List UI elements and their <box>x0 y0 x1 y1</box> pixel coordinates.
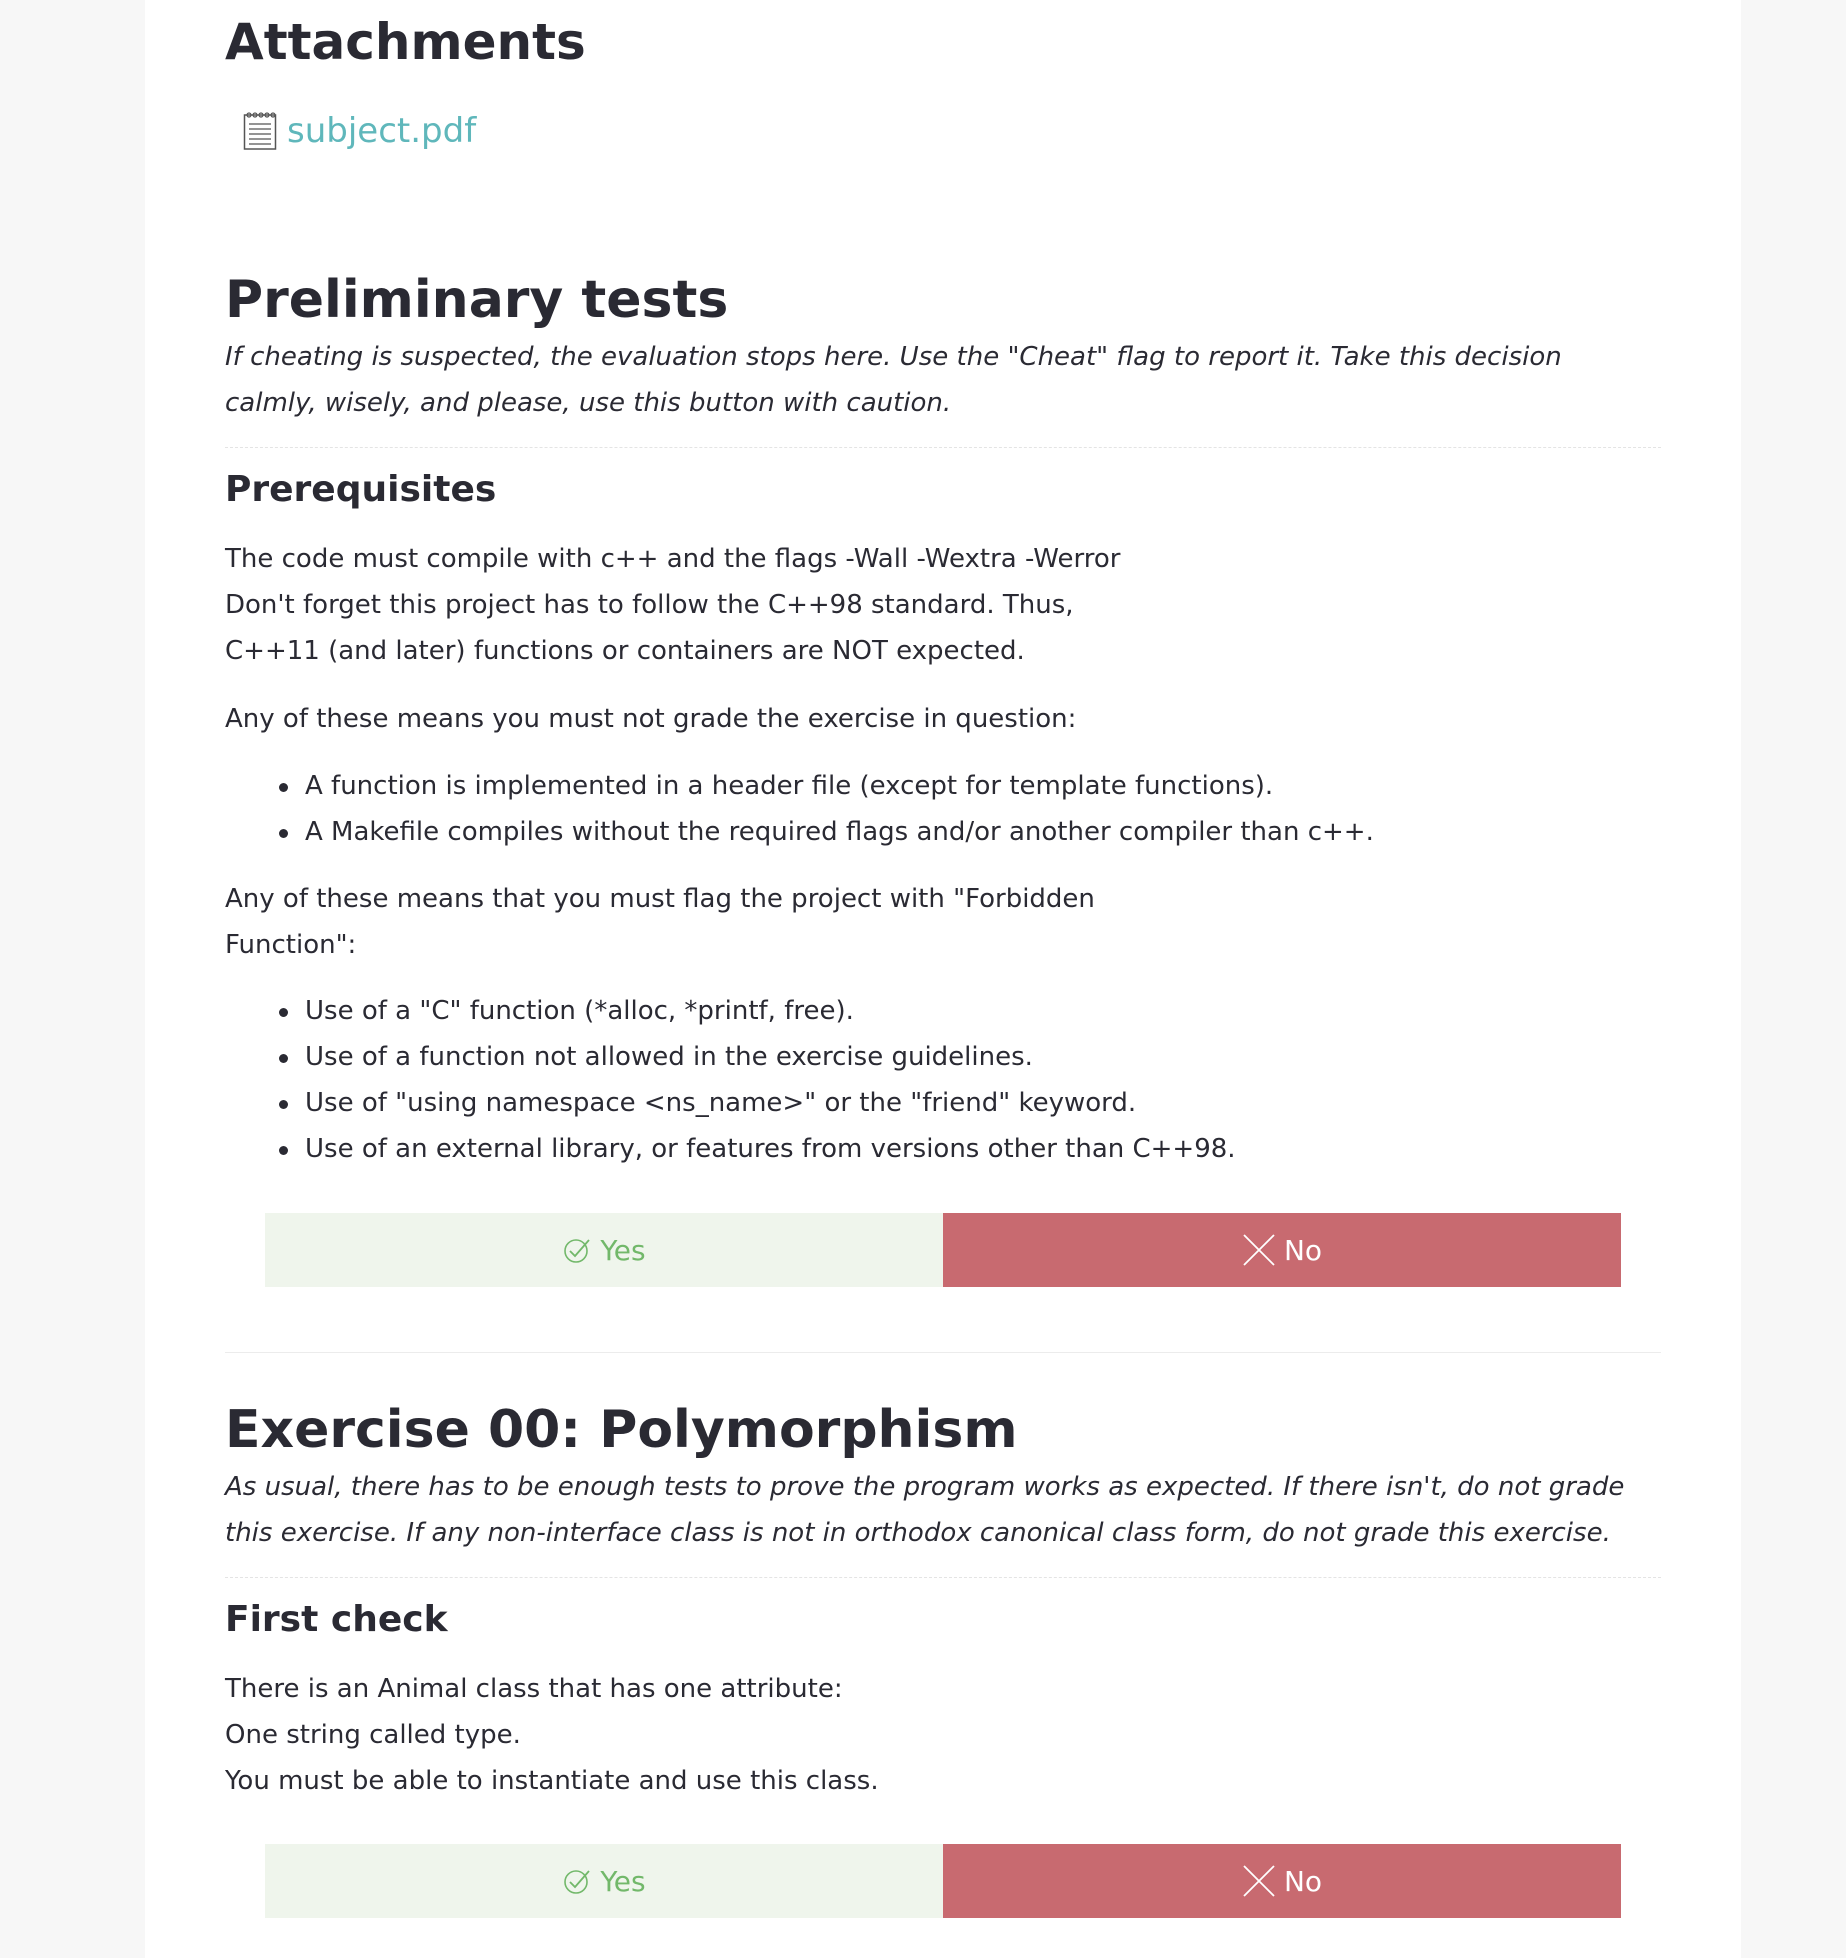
flag-intro-line: Any of these means that you must flag th… <box>225 884 1095 914</box>
first-check-answer-row: Yes No <box>265 1844 1621 1918</box>
prerequisites-text: The code must compile with c++ and the f… <box>225 536 1525 674</box>
prerequisites-no-button[interactable]: No <box>943 1213 1621 1287</box>
flag-bullet-list: Use of a "C" function (*alloc, *printf, … <box>225 988 1236 1172</box>
grade-bullet-list: A function is implemented in a header fi… <box>225 763 1374 855</box>
prerequisites-line: Don't forget this project has to follow … <box>225 590 1074 620</box>
check-circle-icon <box>564 1239 591 1263</box>
first-check-line: One string called type. <box>225 1720 521 1750</box>
yes-label: Yes <box>600 1233 646 1267</box>
page-container: Attachments subject.pdf Preliminary test… <box>145 0 1741 1958</box>
no-label: No <box>1283 1864 1323 1898</box>
document-icon <box>243 112 277 150</box>
check-circle-icon <box>564 1870 591 1894</box>
first-check-text: There is an Animal class that has one at… <box>225 1666 1525 1804</box>
exercise-00-title: Exercise 00: Polymorphism <box>225 1400 1018 1460</box>
section-divider <box>225 1577 1661 1578</box>
list-item: Use of a "C" function (*alloc, *printf, … <box>225 988 1236 1034</box>
close-icon <box>1243 1865 1275 1897</box>
list-item: Use of a function not allowed in the exe… <box>225 1034 1236 1080</box>
first-check-yes-button[interactable]: Yes <box>265 1844 943 1918</box>
first-check-line: There is an Animal class that has one at… <box>225 1674 843 1704</box>
section-divider <box>225 447 1661 448</box>
preliminary-tests-description: If cheating is suspected, the evaluation… <box>225 342 1562 418</box>
prerequisites-answer-row: Yes No <box>265 1213 1621 1287</box>
preliminary-tests-title: Preliminary tests <box>225 270 729 330</box>
grade-intro-text: Any of these means you must not grade th… <box>225 704 1077 734</box>
first-check-no-button[interactable]: No <box>943 1844 1621 1918</box>
prerequisites-yes-button[interactable]: Yes <box>265 1213 943 1287</box>
first-check-title: First check <box>225 1599 448 1640</box>
first-check-line: You must be able to instantiate and use … <box>225 1766 879 1796</box>
prerequisites-line: The code must compile with c++ and the f… <box>225 544 1121 574</box>
no-label: No <box>1283 1233 1323 1267</box>
attachment-item[interactable]: subject.pdf <box>243 108 476 154</box>
prerequisites-line: C++11 (and later) functions or container… <box>225 636 1025 666</box>
list-item: A Makefile compiles without the required… <box>225 809 1374 855</box>
exercise-00-description: As usual, there has to be enough tests t… <box>225 1472 1625 1548</box>
attachment-link-subject-pdf[interactable]: subject.pdf <box>287 108 476 154</box>
prerequisites-title: Prerequisites <box>225 469 497 510</box>
section-divider <box>225 1352 1661 1353</box>
flag-intro-line: Function": <box>225 930 357 960</box>
list-item: A function is implemented in a header fi… <box>225 763 1374 809</box>
flag-intro-text: Any of these means that you must flag th… <box>225 876 1525 968</box>
close-icon <box>1243 1234 1275 1266</box>
list-item: Use of "using namespace <ns_name>" or th… <box>225 1080 1236 1126</box>
yes-label: Yes <box>600 1864 646 1898</box>
attachments-title: Attachments <box>225 13 586 71</box>
content-column: Attachments subject.pdf Preliminary test… <box>225 0 1661 1958</box>
list-item: Use of an external library, or features … <box>225 1126 1236 1172</box>
